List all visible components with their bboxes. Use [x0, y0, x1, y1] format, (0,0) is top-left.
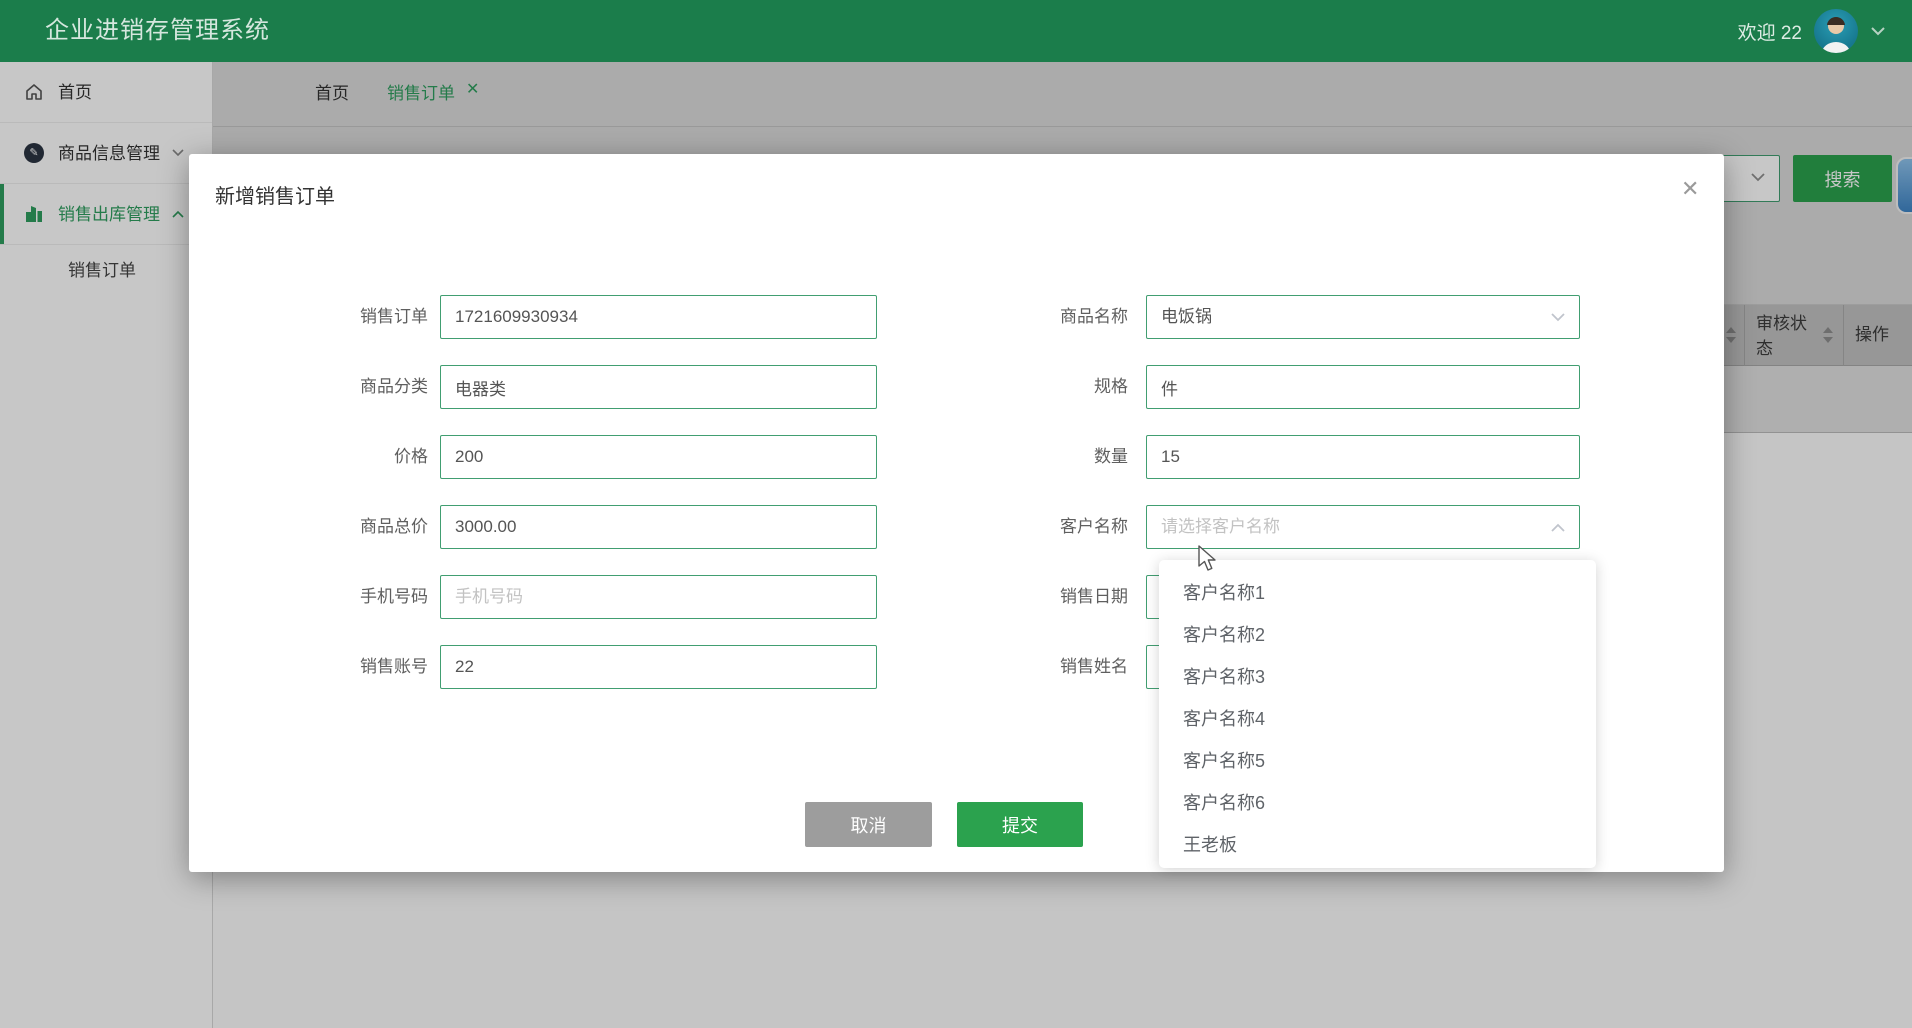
welcome-text: 欢迎 22 — [1738, 18, 1802, 45]
field-label: 规格 — [968, 365, 1128, 409]
dropdown-option[interactable]: 客户名称2 — [1159, 614, 1596, 656]
dropdown-option[interactable]: 客户名称3 — [1159, 656, 1596, 698]
dropdown-option[interactable]: 客户名称4 — [1159, 698, 1596, 740]
submit-button[interactable]: 提交 — [957, 802, 1083, 847]
app-title: 企业进销存管理系统 — [45, 0, 270, 62]
field-label: 商品名称 — [968, 295, 1128, 339]
app: 企业进销存管理系统 欢迎 22 首页 ✎ 商品信息管理 — [0, 0, 1912, 1028]
mouse-cursor-icon — [1197, 545, 1221, 573]
price-input[interactable] — [440, 435, 877, 479]
modal-title: 新增销售订单 — [215, 180, 335, 209]
spec-input[interactable] — [1146, 365, 1580, 409]
header-user-area: 欢迎 22 — [1738, 0, 1886, 62]
field-label: 数量 — [968, 435, 1128, 479]
customer-name-select[interactable]: 请选择客户名称 — [1146, 505, 1580, 549]
product-category-input[interactable] — [440, 365, 877, 409]
dropdown-option[interactable]: 客户名称6 — [1159, 782, 1596, 824]
cancel-button[interactable]: 取消 — [805, 802, 932, 847]
app-header: 企业进销存管理系统 欢迎 22 — [0, 0, 1912, 62]
field-label: 销售订单 — [268, 295, 428, 339]
field-label: 销售姓名 — [968, 645, 1128, 689]
chevron-down-icon — [1551, 313, 1565, 322]
sales-account-input[interactable] — [440, 645, 877, 689]
phone-number-input[interactable] — [440, 575, 877, 619]
field-label: 商品总价 — [268, 505, 428, 549]
customer-dropdown: 客户名称1 客户名称2 客户名称3 客户名称4 客户名称5 客户名称6 王老板 — [1159, 560, 1596, 868]
field-label: 销售账号 — [268, 645, 428, 689]
chevron-up-icon — [1551, 523, 1565, 532]
field-label: 商品分类 — [268, 365, 428, 409]
field-label: 手机号码 — [268, 575, 428, 619]
user-avatar[interactable] — [1814, 9, 1858, 53]
dropdown-option[interactable]: 客户名称1 — [1159, 572, 1596, 614]
quantity-input[interactable] — [1146, 435, 1580, 479]
field-label: 价格 — [268, 435, 428, 479]
user-menu-chevron-icon[interactable] — [1870, 26, 1886, 36]
dropdown-option[interactable]: 客户名称5 — [1159, 740, 1596, 782]
avatar-person-icon — [1814, 9, 1858, 53]
dropdown-option[interactable]: 王老板 — [1159, 824, 1596, 866]
field-label: 客户名称 — [968, 505, 1128, 549]
total-price-input[interactable] — [440, 505, 877, 549]
product-name-select[interactable]: 电饭锅 — [1146, 295, 1580, 339]
sales-order-no-input[interactable] — [440, 295, 877, 339]
close-icon[interactable]: ✕ — [1681, 178, 1699, 200]
field-label: 销售日期 — [968, 575, 1128, 619]
